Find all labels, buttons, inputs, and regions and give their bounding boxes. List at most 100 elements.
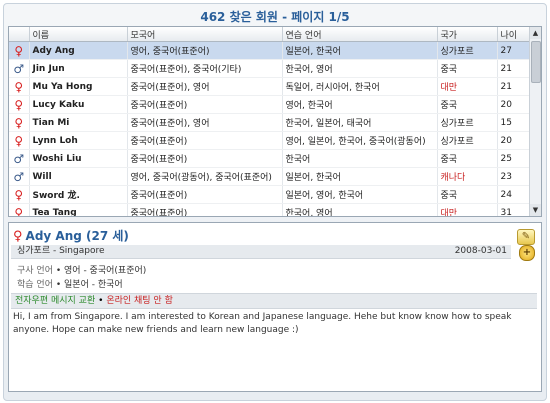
row-native-language: 중국어(표준어)	[127, 95, 283, 114]
row-native-language: 중국어(표준어)	[127, 149, 283, 168]
row-native-language: 영어, 중국어(광동어), 중국어(표준어)	[127, 167, 283, 186]
learns-value: 일본어 - 한국어	[64, 280, 123, 290]
detail-date: 2008-03-01	[454, 246, 507, 256]
row-native-language: 중국어(표준어)	[127, 203, 283, 216]
female-icon: ♀	[9, 131, 30, 150]
row-name: Will	[29, 167, 128, 186]
row-practice-language: 독일어, 러시아어, 한국어	[282, 77, 438, 96]
female-icon: ♀	[9, 203, 30, 216]
row-country: 싱가포르	[437, 113, 498, 132]
female-icon: ♀	[13, 229, 23, 244]
row-country: 대만	[437, 77, 498, 96]
male-icon: ♂	[9, 149, 30, 168]
detail-speaks: 구사 언어 • 영어 - 중국어(표준어)	[17, 266, 147, 276]
col-native-language[interactable]: 모국어	[127, 27, 283, 42]
table-row[interactable]: ♀ Lucy Kaku 중국어(표준어) 영어, 한국어 중국 20	[9, 95, 530, 114]
table-row[interactable]: ♀ Lynn Loh 중국어(표준어) 영어, 일본어, 한국어, 중국어(광동어) 싱…	[9, 131, 530, 150]
row-native-language: 중국어(표준어)	[127, 185, 283, 204]
row-country: 대만	[437, 203, 498, 216]
row-age: 20	[497, 95, 530, 114]
row-country: 싱가포르	[437, 41, 498, 60]
row-practice-language: 한국어, 일본어, 태국어	[282, 113, 438, 132]
male-icon: ♂	[9, 167, 30, 186]
list-scrollbar[interactable]: ▲ ▼	[529, 27, 541, 216]
row-practice-language: 일본어, 영어, 한국어	[282, 185, 438, 204]
add-contact-icon[interactable]: +	[519, 245, 535, 261]
row-practice-language: 일본어, 한국어	[282, 41, 438, 60]
col-practice-language[interactable]: 연습 언어	[282, 27, 438, 42]
female-icon: ♀	[9, 77, 30, 96]
row-native-language: 중국어(표준어), 영어	[127, 113, 283, 132]
row-practice-language: 한국어	[282, 149, 438, 168]
col-gender[interactable]	[9, 27, 30, 42]
detail-location-bar: 싱가포르 - Singapore 2008-03-01	[11, 245, 511, 259]
table-row[interactable]: ♂ Woshi Liu 중국어(표준어) 한국어 중국 25	[9, 149, 530, 168]
row-practice-language: 일본어, 한국어	[282, 167, 438, 186]
row-name: Mu Ya Hong	[29, 77, 128, 96]
row-country: 중국	[437, 95, 498, 114]
row-native-language: 중국어(표준어)	[127, 131, 283, 150]
female-icon: ♀	[9, 95, 30, 114]
row-age: 15	[497, 113, 530, 132]
row-age: 27	[497, 41, 530, 60]
row-country: 캐나다	[437, 167, 498, 186]
table-row[interactable]: ♀ Tea Tang 중국어(표준어) 한국어, 영어 대만 31	[9, 203, 530, 216]
learns-label: 학습 언어	[17, 280, 53, 290]
row-age: 21	[497, 77, 530, 96]
table-row[interactable]: ♂ Jin Jun 중국어(표준어), 중국어(기타) 한국어, 영어 중국 21	[9, 59, 530, 78]
results-title: 462 찾은 회원 - 페이지 1/5	[200, 10, 350, 24]
row-name: Sword 龙.	[29, 185, 128, 204]
row-age: 31	[497, 203, 530, 216]
row-practice-language: 영어, 한국어	[282, 95, 438, 114]
row-name: Lucy Kaku	[29, 95, 128, 114]
detail-introduction: Hi, I am from Singapore. I am interested…	[13, 312, 512, 335]
row-native-language: 중국어(표준어), 영어	[127, 77, 283, 96]
table-header: 이름 모국어 연습 언어 국가 나이	[9, 27, 530, 42]
speaks-value: 영어 - 중국어(표준어)	[64, 266, 147, 276]
contact-bar: 전자우편 메시지 교환 • 온라인 채팅 안 함	[11, 293, 537, 309]
male-icon: ♂	[9, 59, 30, 78]
row-native-language: 영어, 중국어(표준어)	[127, 41, 283, 60]
table-row[interactable]: ♂ Will 영어, 중국어(광동어), 중국어(표준어) 일본어, 한국어 캐나다 23	[9, 167, 530, 186]
row-age: 25	[497, 149, 530, 168]
row-age: 20	[497, 131, 530, 150]
online-chat-status: 온라인 채팅 안 함	[106, 296, 173, 306]
member-table: 이름 모국어 연습 언어 국가 나이 ♀ Ady Ang 영어, 중국어(표준어) 일…	[9, 27, 530, 216]
contact-separator: •	[98, 296, 104, 306]
row-practice-language: 한국어, 영어	[282, 203, 438, 216]
scroll-up-icon[interactable]: ▲	[530, 27, 541, 39]
female-icon: ♀	[9, 41, 30, 60]
detail-location: 싱가포르 - Singapore	[17, 246, 105, 256]
row-country: 중국	[437, 185, 498, 204]
email-exchange-link[interactable]: 전자우편 메시지 교환	[15, 296, 95, 306]
scroll-thumb[interactable]	[531, 41, 541, 83]
row-name: Lynn Loh	[29, 131, 128, 150]
detail-header: ♀ Ady Ang (27 세)	[13, 227, 129, 244]
member-list-panel: 이름 모국어 연습 언어 국가 나이 ♀ Ady Ang 영어, 중국어(표준어) 일…	[8, 26, 542, 217]
row-practice-language: 한국어, 영어	[282, 59, 438, 78]
table-row[interactable]: ♀ Mu Ya Hong 중국어(표준어), 영어 독일어, 러시아어, 한국어 대만 2…	[9, 77, 530, 96]
row-name: Ady Ang	[29, 41, 128, 60]
row-country: 싱가포르	[437, 131, 498, 150]
note-icon[interactable]: ✎	[517, 229, 535, 245]
row-name: Jin Jun	[29, 59, 128, 78]
detail-name-age: Ady Ang (27 세)	[25, 229, 129, 243]
table-row[interactable]: ♀ Tian Mi 중국어(표준어), 영어 한국어, 일본어, 태국어 싱가포르 15	[9, 113, 530, 132]
table-row[interactable]: ♀ Ady Ang 영어, 중국어(표준어) 일본어, 한국어 싱가포르 27	[9, 41, 530, 60]
col-name[interactable]: 이름	[29, 27, 128, 42]
member-detail-panel: ♀ Ady Ang (27 세) 싱가포르 - Singapore 2008-03…	[8, 222, 542, 392]
table-row[interactable]: ♀ Sword 龙. 중국어(표준어) 일본어, 영어, 한국어 중국 24	[9, 185, 530, 204]
row-name: Tea Tang	[29, 203, 128, 216]
speaks-label: 구사 언어	[17, 266, 53, 276]
row-country: 중국	[437, 149, 498, 168]
scroll-down-icon[interactable]: ▼	[530, 204, 541, 216]
row-age: 23	[497, 167, 530, 186]
female-icon: ♀	[9, 185, 30, 204]
col-age[interactable]: 나이	[497, 27, 530, 42]
col-country[interactable]: 국가	[437, 27, 498, 42]
row-country: 중국	[437, 59, 498, 78]
detail-learns: 학습 언어 • 일본어 - 한국어	[17, 280, 123, 290]
row-name: Woshi Liu	[29, 149, 128, 168]
female-icon: ♀	[9, 113, 30, 132]
row-name: Tian Mi	[29, 113, 128, 132]
